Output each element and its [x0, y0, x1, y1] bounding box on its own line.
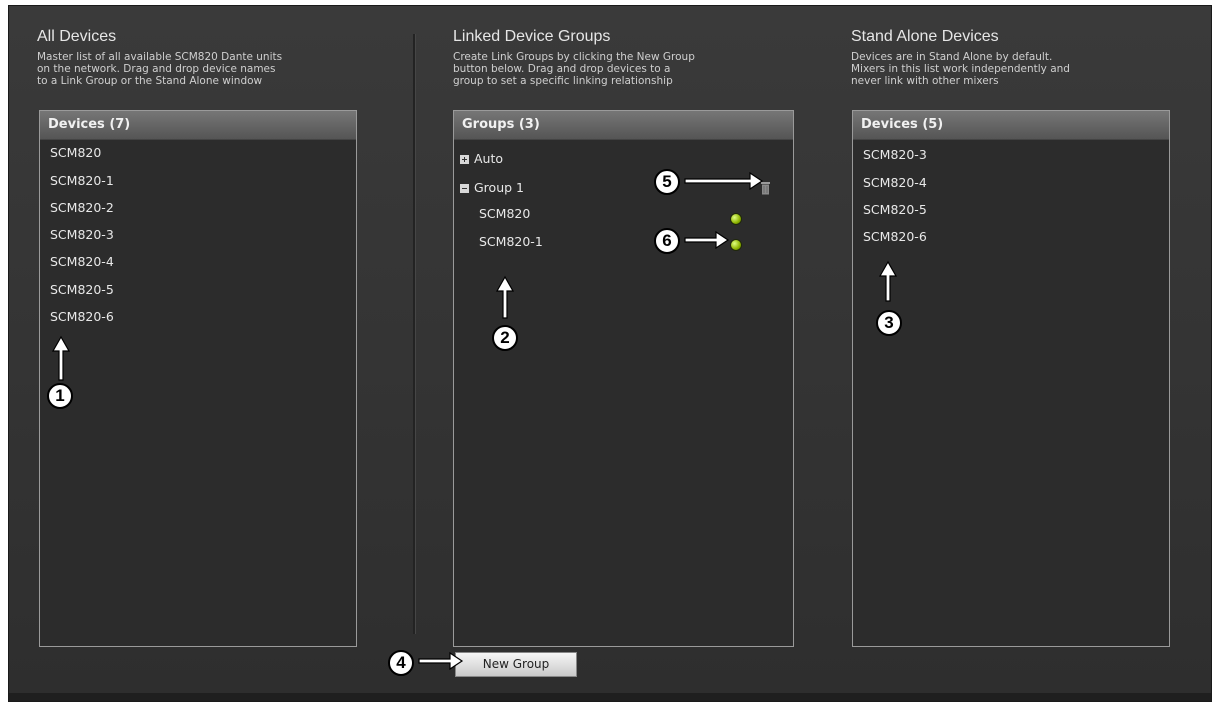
group-member[interactable]: SCM820-1 — [479, 234, 543, 249]
stand-alone-panel: Devices (5) SCM820-3 SCM820-4 SCM820-5 S… — [852, 110, 1170, 647]
device-item[interactable]: SCM820 — [50, 145, 101, 160]
groups-header: Groups (3) — [454, 111, 793, 140]
stand-alone-description: Devices are in Stand Alone by default. M… — [851, 51, 1070, 87]
callout-4: 4 — [388, 650, 414, 676]
group-1[interactable]: Group 1 — [460, 180, 524, 195]
device-item[interactable]: SCM820-1 — [50, 173, 114, 188]
group-auto[interactable]: Auto — [460, 151, 503, 166]
group-label: Auto — [474, 151, 504, 166]
stand-alone-title: Stand Alone Devices — [851, 28, 999, 45]
callout-2: 2 — [492, 325, 518, 351]
callout-3: 3 — [876, 310, 902, 336]
all-devices-title: All Devices — [37, 28, 117, 45]
device-item[interactable]: SCM820-5 — [863, 202, 927, 217]
device-item[interactable]: SCM820-3 — [863, 147, 927, 162]
callout-5: 5 — [654, 169, 680, 195]
stand-alone-header: Devices (5) — [853, 111, 1169, 140]
green-led-icon[interactable] — [730, 213, 742, 225]
linked-groups-description: Create Link Groups by clicking the New G… — [453, 51, 695, 87]
column-divider-left — [413, 34, 416, 634]
new-group-button[interactable]: New Group — [455, 652, 577, 677]
group-label: Group 1 — [474, 180, 524, 195]
green-led-icon[interactable] — [730, 239, 742, 251]
all-devices-header: Devices (7) — [40, 111, 356, 140]
minus-box-icon[interactable] — [460, 184, 469, 193]
linked-groups-title: Linked Device Groups — [453, 28, 611, 45]
all-devices-description: Master list of all available SCM820 Dant… — [37, 51, 283, 87]
device-item[interactable]: SCM820-6 — [50, 309, 114, 324]
device-item[interactable]: SCM820-6 — [863, 229, 927, 244]
status-bar — [9, 693, 1211, 701]
plus-box-icon[interactable] — [460, 155, 469, 164]
groups-panel: Groups (3) Auto Group 1 SCM820 SCM820-1 — [453, 110, 794, 647]
callout-6: 6 — [654, 228, 680, 254]
trash-icon[interactable] — [761, 182, 770, 195]
all-devices-panel: Devices (7) SCM820 SCM820-1 SCM820-2 SCM… — [39, 110, 357, 647]
device-item[interactable]: SCM820-2 — [50, 200, 114, 215]
device-item[interactable]: SCM820-5 — [50, 282, 114, 297]
device-item[interactable]: SCM820-4 — [863, 175, 927, 190]
device-item[interactable]: SCM820-4 — [50, 254, 114, 269]
group-member[interactable]: SCM820 — [479, 206, 530, 221]
device-item[interactable]: SCM820-3 — [50, 227, 114, 242]
callout-1: 1 — [47, 383, 73, 409]
device-linking-window: All Devices Master list of all available… — [8, 5, 1212, 702]
